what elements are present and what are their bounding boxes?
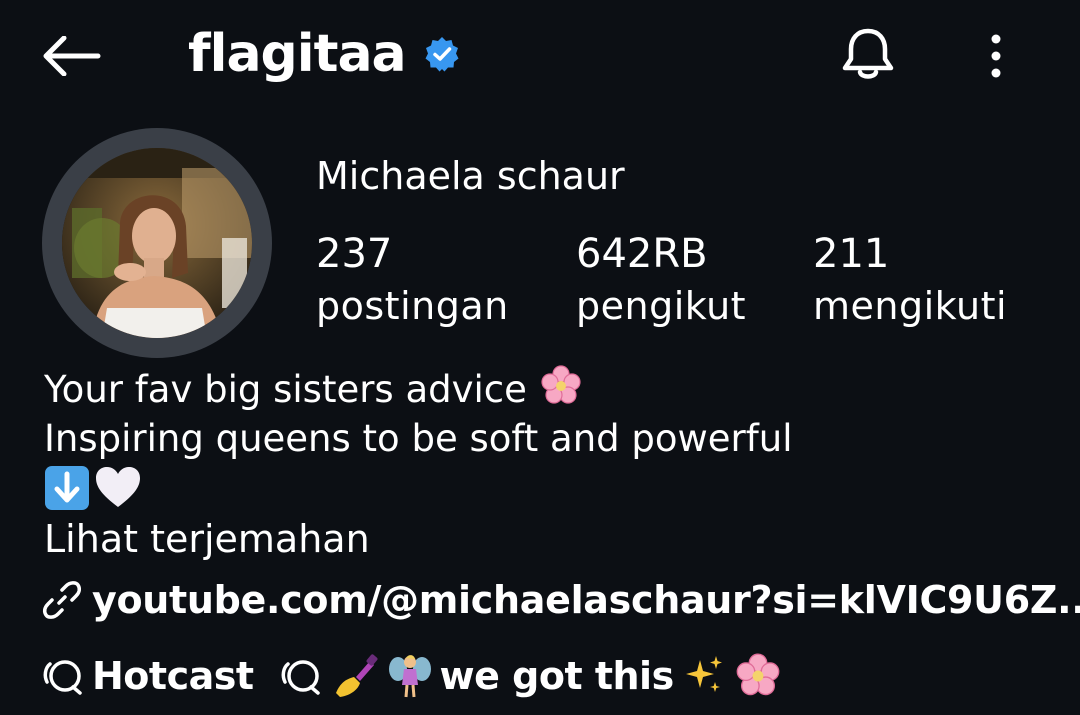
arrow-left-icon	[43, 36, 101, 76]
followers-label: pengikut	[576, 284, 747, 328]
thread-item-we-got-this[interactable]: we got this	[280, 652, 782, 700]
threads-row: Hotcast we got this	[42, 648, 782, 704]
followers-stat[interactable]: 642RB pengikut	[576, 228, 746, 332]
thread-label-hotcast: Hotcast	[92, 654, 254, 698]
nail-polish-emoji	[335, 654, 377, 697]
bio-line-1-text: Your fav big sisters advice	[44, 368, 527, 411]
bell-icon	[842, 28, 894, 79]
see-translation-link[interactable]: Lihat terjemahan	[44, 514, 370, 564]
username: flagitaa	[188, 24, 407, 84]
more-vertical-icon	[991, 34, 1001, 78]
link-text: youtube.com/@michaelaschaur?si=klVIC9U6Z…	[92, 578, 1080, 622]
more-options-button[interactable]	[976, 28, 1016, 84]
back-button[interactable]	[40, 28, 108, 84]
white-heart-emoji	[96, 466, 140, 507]
thread-item-hotcast[interactable]: Hotcast	[42, 654, 254, 698]
thread-label-we-got-this: we got this	[439, 654, 675, 698]
followers-count: 642RB	[576, 231, 708, 277]
bio-line-1: Your fav big sisters advice	[44, 364, 793, 414]
threads-chat-icon	[43, 660, 82, 695]
profile-link[interactable]: youtube.com/@michaelaschaur?si=klVIC9U6Z…	[42, 572, 1080, 628]
following-count: 211	[813, 231, 890, 277]
bio-line-2: Inspiring queens to be soft and powerful	[44, 417, 793, 460]
posts-stat[interactable]: 237 postingan	[316, 228, 509, 332]
full-name: Michaela schaur	[316, 154, 625, 198]
down-arrow-emoji	[45, 465, 89, 510]
posts-label: postingan	[316, 284, 509, 328]
threads-chat-icon	[281, 660, 320, 695]
notifications-button[interactable]	[838, 24, 898, 86]
following-stat[interactable]: 211 mengikuti	[813, 228, 1007, 332]
posts-count: 237	[316, 231, 393, 277]
avatar[interactable]	[62, 148, 252, 338]
cherry-blossom-emoji	[736, 653, 780, 696]
bio: Your fav big sisters advice Inspiring qu…	[44, 364, 793, 512]
verified-badge-icon	[424, 36, 460, 72]
following-label: mengikuti	[813, 284, 1008, 328]
link-icon	[42, 581, 82, 619]
profile-avatar-ring[interactable]	[42, 128, 272, 358]
top-bar: flagitaa	[0, 0, 1080, 112]
cherry-blossom-emoji	[541, 365, 581, 404]
fairy-emoji	[388, 655, 431, 698]
username-header: flagitaa	[188, 22, 460, 86]
sparkles-emoji	[685, 656, 722, 692]
bio-line-3	[44, 463, 793, 512]
